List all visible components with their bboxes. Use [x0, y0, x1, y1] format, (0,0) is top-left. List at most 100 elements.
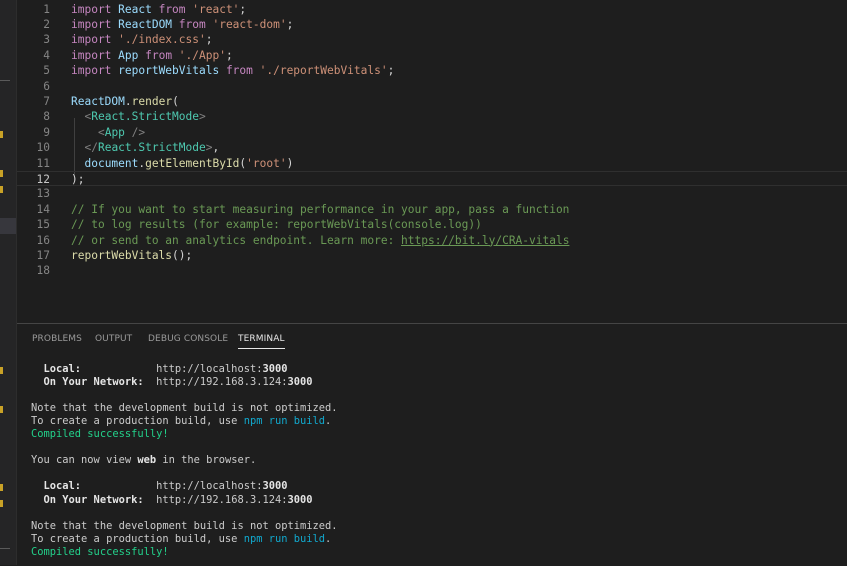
code-line[interactable]: 11 document.getElementById('root'): [17, 156, 847, 171]
code-token: );: [71, 172, 85, 186]
code-token: from: [219, 64, 260, 78]
terminal-text: Compiled successfully!: [31, 428, 169, 441]
terminal-text: web: [137, 454, 157, 467]
code-token: React: [118, 2, 152, 16]
code-text: import './index.css';: [71, 32, 212, 47]
code-text: import App from './App';: [71, 48, 233, 63]
code-line[interactable]: 5 import reportWebVitals from './reportWe…: [17, 63, 847, 78]
selected-file-item[interactable]: [0, 218, 16, 234]
sidebar-divider: [0, 80, 10, 81]
code-token: // to log results (for example: reportWe…: [71, 218, 482, 232]
code-text: );: [71, 172, 84, 187]
line-number: 4: [43, 48, 50, 62]
code-token: './reportWebVitals': [259, 64, 388, 78]
code-line[interactable]: 15 // to log results (for example: report…: [17, 217, 847, 232]
code-line[interactable]: 18: [17, 263, 847, 278]
code-line[interactable]: 3 import './index.css';: [17, 32, 847, 47]
terminal-text: Note that the development build is not o…: [31, 519, 338, 532]
url-link[interactable]: https://bit.ly/CRA-vitals: [401, 234, 569, 247]
code-token: ();: [172, 248, 193, 262]
code-line[interactable]: 4 import App from './App';: [17, 48, 847, 63]
code-line[interactable]: 14 // If you want to start measuring perf…: [17, 202, 847, 217]
code-token: import: [71, 64, 119, 78]
terminal-text: in the browser.: [156, 454, 257, 467]
code-text: // to log results (for example: reportWe…: [71, 217, 482, 232]
code-text: import reportWebVitals from './reportWeb…: [71, 63, 394, 78]
code-token: >: [199, 110, 206, 124]
code-token: 'react': [192, 2, 240, 16]
tab-problems[interactable]: PROBLEMS: [32, 334, 82, 348]
code-text: reportWebVitals();: [71, 248, 192, 263]
terminal-text: Note that the development build is not o…: [31, 402, 338, 415]
code-token: from: [172, 17, 213, 31]
terminal-text: Compiled successfully!: [31, 545, 169, 558]
code-editor[interactable]: 1 import React from 'react'; 2 import React…: [17, 0, 847, 322]
explorer-sidebar[interactable]: [0, 0, 17, 565]
code-line[interactable]: 12);: [17, 170, 847, 187]
line-number: 10: [36, 141, 50, 155]
code-token: import: [71, 48, 119, 62]
code-token: ;: [387, 64, 395, 78]
code-line[interactable]: 17 reportWebVitals();: [17, 248, 847, 263]
code-line[interactable]: 8 <React.StrictMode>: [17, 109, 847, 124]
code-token: 'react-dom': [212, 17, 287, 31]
line-number: 9: [43, 125, 50, 139]
tab-terminal[interactable]: TERMINAL: [238, 334, 285, 349]
line-number: 14: [36, 202, 50, 216]
terminal-line: Compiled successfully!: [31, 428, 847, 441]
sidebar-divider: [0, 548, 10, 549]
code-text: // If you want to start measuring perfor…: [71, 202, 569, 217]
code-line[interactable]: 10 </React.StrictMode>,: [17, 140, 847, 155]
terminal-line: Compiled successfully!: [31, 546, 847, 559]
terminal-text: 3000: [262, 363, 288, 375]
terminal-text: You can now view: [31, 454, 138, 467]
modified-file-marker: [0, 367, 3, 374]
terminal-text: .: [325, 532, 332, 545]
code-token: reportWebVitals: [71, 248, 173, 262]
tab-debug-console[interactable]: DEBUG CONSOLE: [148, 334, 228, 348]
code-text: ReactDOM.render(: [71, 94, 179, 109]
terminal-text: http://localhost:: [81, 363, 263, 375]
code-text: document.getElementById('root'): [71, 156, 293, 171]
line-number: 6: [43, 79, 50, 93]
code-token: App: [104, 125, 125, 139]
terminal-text: http://localhost:: [81, 480, 263, 493]
terminal-text: http://192.168.3.124:: [143, 493, 288, 506]
code-token: </: [84, 141, 98, 155]
modified-file-marker: [0, 500, 3, 507]
line-number: 18: [36, 264, 50, 278]
code-token: ,: [212, 141, 220, 155]
modified-file-marker: [0, 170, 3, 177]
code-token: './index.css': [118, 33, 206, 47]
tab-output[interactable]: OUTPUT: [95, 334, 132, 348]
modified-file-marker: [0, 186, 3, 193]
line-number: 13: [36, 187, 50, 201]
code-line[interactable]: 7 ReactDOM.render(: [17, 94, 847, 109]
terminal-text: Local:: [31, 480, 82, 493]
terminal-text: npm run build: [243, 415, 326, 428]
code-line[interactable]: 2 import ReactDOM from 'react-dom';: [17, 17, 847, 32]
code-token: .: [124, 94, 132, 108]
code-token: (: [172, 94, 179, 108]
code-line[interactable]: 6: [17, 79, 847, 94]
code-line[interactable]: 9 <App />: [17, 125, 847, 140]
terminal-text: npm run build: [243, 532, 326, 545]
code-line[interactable]: 13: [17, 186, 847, 201]
code-text: </React.StrictMode>,: [71, 140, 219, 155]
terminal-line: To create a production build, use npm ru…: [31, 533, 847, 546]
code-token: from: [138, 48, 179, 62]
code-text: <App />: [71, 125, 145, 140]
code-line[interactable]: 1 import React from 'react';: [17, 2, 847, 17]
terminal-text: 3000: [287, 376, 313, 389]
code-line[interactable]: 16 // or send to an analytics endpoint. L…: [17, 233, 847, 248]
code-token: './App': [178, 48, 226, 62]
code-token: />: [124, 125, 146, 139]
code-token: ;: [205, 33, 213, 47]
code-token: ;: [286, 17, 294, 31]
